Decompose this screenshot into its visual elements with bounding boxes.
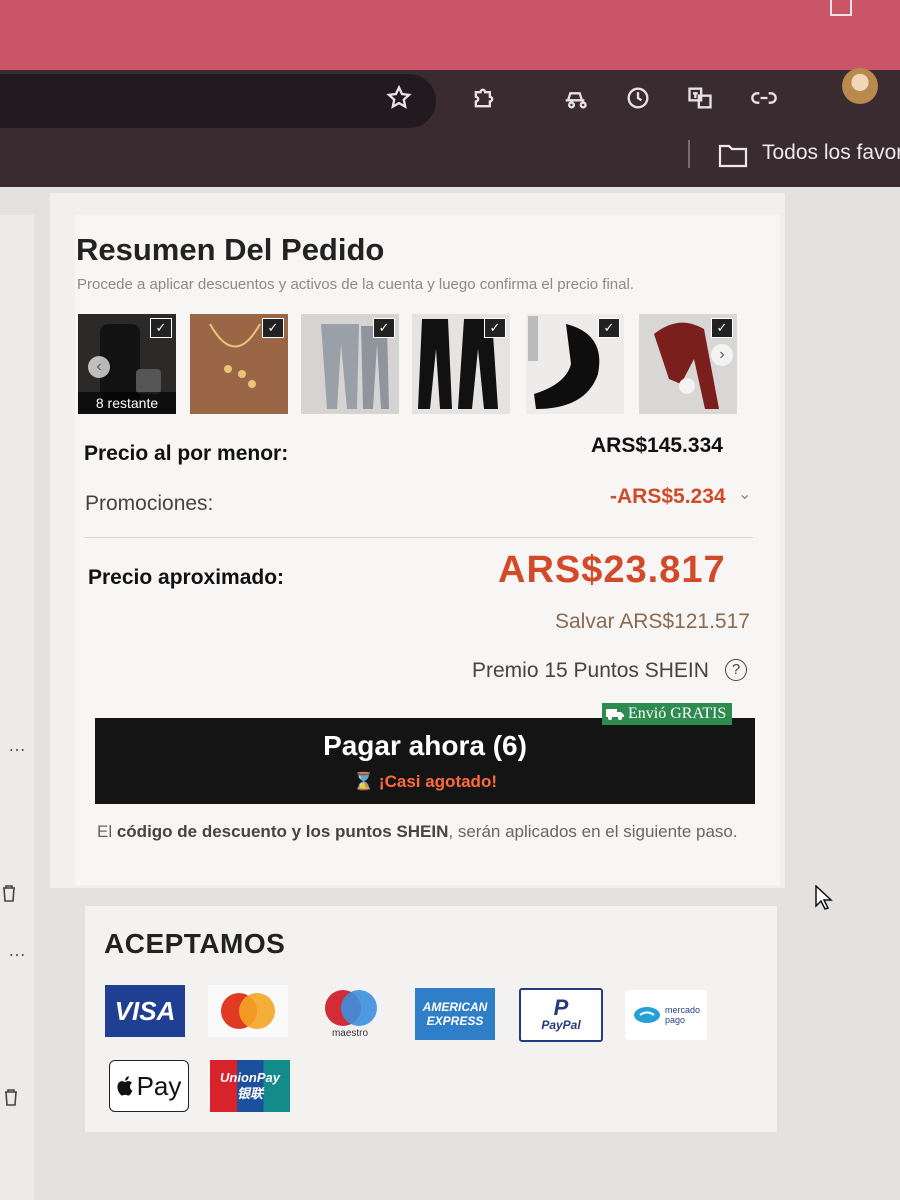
retail-price-label: Precio al por menor: xyxy=(84,442,289,465)
check-icon[interactable]: ✓ xyxy=(373,318,395,338)
more-icon[interactable]: … xyxy=(8,735,26,756)
savings-text: Salvar ARS$121.517 xyxy=(555,610,750,633)
product-thumbnail[interactable]: ✓ 8 restante ‹ xyxy=(78,314,176,414)
product-thumbnail[interactable]: ✓ xyxy=(526,314,624,414)
help-icon[interactable]: ? xyxy=(725,659,747,681)
visa-logo: VISA xyxy=(105,985,185,1037)
free-shipping-text: Envió GRATIS xyxy=(628,705,727,722)
almost-sold-out-text: ¡Casi agotado! xyxy=(378,772,497,791)
check-icon[interactable]: ✓ xyxy=(150,318,172,338)
applepay-logo: Pay xyxy=(109,1060,189,1112)
product-thumbnail[interactable]: ✓ xyxy=(412,314,510,414)
promotions-label: Promociones: xyxy=(85,492,214,515)
mercado-line1: mercado xyxy=(664,1005,700,1015)
paypal-text: PayPal xyxy=(541,1018,581,1032)
product-thumbnail[interactable]: ✓ xyxy=(190,314,288,414)
browser-titlebar xyxy=(0,0,900,70)
product-thumbnail[interactable]: ✓ xyxy=(301,314,399,414)
pay-now-label[interactable]: Pagar ahora (6) xyxy=(95,730,755,762)
amex-line2: EXPRESS xyxy=(426,1014,484,1028)
history-icon[interactable] xyxy=(620,80,656,116)
approx-price-label: Precio aproximado: xyxy=(88,566,285,589)
mastercard-logo xyxy=(208,985,288,1037)
amex-logo: AMERICAN EXPRESS xyxy=(415,988,495,1040)
profile-avatar[interactable] xyxy=(842,68,878,104)
chevron-right-icon[interactable]: › xyxy=(711,344,733,366)
bookmarks-separator xyxy=(688,140,690,168)
maestro-text: maestro xyxy=(331,1027,369,1039)
reward-text: Premio 15 Puntos SHEIN xyxy=(472,659,709,682)
trash-icon[interactable] xyxy=(2,884,16,907)
truck-icon xyxy=(606,709,624,720)
check-icon[interactable]: ✓ xyxy=(484,318,506,338)
paypal-icon: P xyxy=(553,995,569,1020)
left-panel xyxy=(0,215,34,1200)
product-thumbnails: ✓ 8 restante ‹ ✓ ✓ ✓ ✓ ✓ › xyxy=(78,314,748,414)
check-icon[interactable]: ✓ xyxy=(598,318,620,338)
note-suffix: , serán aplicados en el siguiente paso. xyxy=(448,822,738,841)
extensions-icon[interactable] xyxy=(466,80,502,116)
link-icon[interactable] xyxy=(746,80,782,116)
unionpay-logo: UnionPay 银联 xyxy=(210,1060,290,1112)
star-icon[interactable] xyxy=(381,80,417,116)
folder-icon[interactable] xyxy=(718,142,748,173)
mouse-cursor-icon xyxy=(815,884,833,916)
check-icon[interactable]: ✓ xyxy=(262,318,284,338)
order-summary-subtitle: Procede a aplicar descuentos y activos d… xyxy=(77,276,634,293)
amex-line1: AMERICAN xyxy=(422,1000,488,1014)
mercadopago-logo: mercado pago xyxy=(625,990,707,1040)
translate-icon[interactable] xyxy=(682,80,718,116)
unionpay-line2: 银联 xyxy=(236,1086,263,1101)
check-icon[interactable]: ✓ xyxy=(711,318,733,338)
free-shipping-badge: Envió GRATIS xyxy=(602,703,733,725)
address-bar[interactable] xyxy=(0,74,436,128)
approx-price-value: ARS$23.817 xyxy=(498,549,726,591)
window-restore-icon[interactable] xyxy=(830,0,852,16)
apple-icon xyxy=(116,1076,132,1096)
order-summary-title: Resumen Del Pedido xyxy=(76,232,385,267)
more-icon[interactable]: … xyxy=(8,940,26,961)
almost-sold-out-label: ⌛ ¡Casi agotado! xyxy=(95,772,755,792)
mercado-line2: pago xyxy=(664,1015,686,1025)
retail-price-value: ARS$145.334 xyxy=(591,434,723,457)
chevron-down-icon[interactable]: ⌄ xyxy=(738,484,751,504)
discount-note: El código de descuento y los puntos SHEI… xyxy=(97,820,762,843)
paypal-logo: P PayPal xyxy=(519,988,603,1042)
bookmarks-folder-label[interactable]: Todos los favor xyxy=(762,141,900,165)
chevron-left-icon[interactable]: ‹ xyxy=(88,356,110,378)
hourglass-icon: ⌛ xyxy=(353,772,375,791)
applepay-text: Pay xyxy=(136,1070,182,1101)
payment-methods-title: ACEPTAMOS xyxy=(104,928,286,959)
divider xyxy=(85,537,753,538)
promotions-value[interactable]: -ARS$5.234 xyxy=(610,485,726,509)
performance-icon[interactable] xyxy=(557,80,593,116)
unionpay-line1: UnionPay xyxy=(220,1070,280,1085)
product-thumbnail[interactable]: ✓ › xyxy=(639,314,737,414)
note-bold: código de descuento y los puntos SHEIN xyxy=(116,822,449,841)
maestro-logo: maestro xyxy=(312,985,388,1041)
note-prefix: El xyxy=(97,822,117,841)
remaining-count: 8 restante xyxy=(78,392,176,414)
trash-icon[interactable] xyxy=(4,1088,18,1111)
